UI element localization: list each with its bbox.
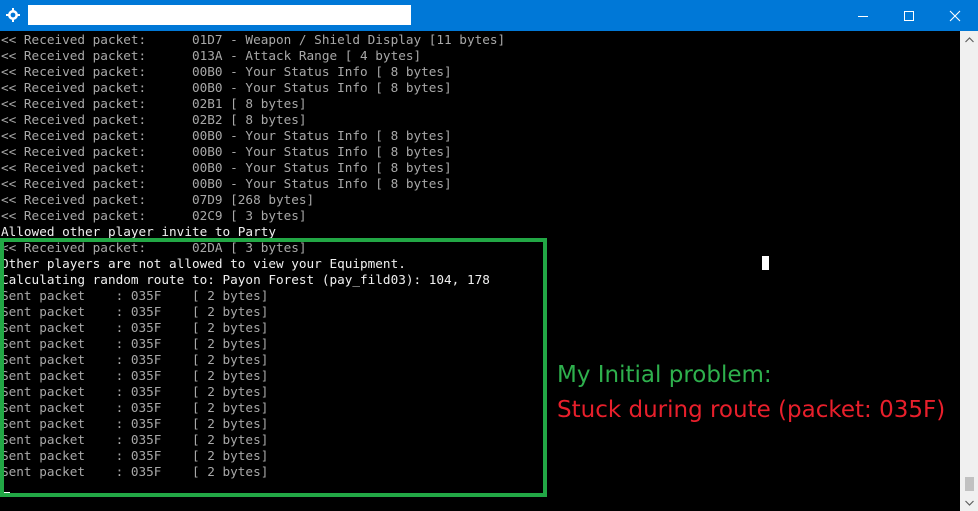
console-line: << Received packet: 01D7 - Weapon / Shie… [1, 32, 506, 47]
annotation-title: My Initial problem: [557, 362, 772, 388]
console-line: << Received packet: 02C9 [ 3 bytes] [1, 208, 307, 223]
close-icon [949, 10, 961, 21]
vertical-scrollbar[interactable] [960, 31, 978, 511]
minimize-icon [858, 15, 868, 17]
console-line: << Received packet: 00B0 - Your Status I… [1, 128, 452, 143]
scroll-up-button[interactable] [960, 31, 978, 48]
scroll-down-button[interactable] [960, 494, 978, 511]
minimize-button[interactable] [840, 0, 886, 31]
window-title-field[interactable] [28, 5, 411, 25]
app-gear-icon [6, 8, 20, 22]
highlight-box [0, 238, 547, 497]
console-line: << Received packet: 00B0 - Your Status I… [1, 160, 452, 175]
console-line: << Received packet: 07D9 [268 bytes] [1, 192, 315, 207]
title-bar [0, 0, 978, 31]
chevron-up-icon [964, 36, 974, 42]
console-line: << Received packet: 02B1 [ 8 bytes] [1, 96, 307, 111]
text-cursor [762, 256, 769, 270]
maximize-icon [904, 10, 914, 21]
console-line: << Received packet: 013A - Attack Range … [1, 48, 422, 63]
console-line: << Received packet: 00B0 - Your Status I… [1, 144, 452, 159]
maximize-button[interactable] [886, 0, 932, 31]
console-line: << Received packet: 00B0 - Your Status I… [1, 80, 452, 95]
console-output[interactable]: << Received packet: 01D7 - Weapon / Shie… [0, 31, 960, 511]
close-button[interactable] [932, 0, 978, 31]
console-line: << Received packet: 02B2 [ 8 bytes] [1, 112, 307, 127]
annotation-problem: Stuck during route (packet: 035F) [557, 397, 946, 423]
chevron-down-icon [964, 500, 974, 506]
console-line: << Received packet: 00B0 - Your Status I… [1, 176, 452, 191]
console-line: << Received packet: 00B0 - Your Status I… [1, 64, 452, 79]
scroll-thumb[interactable] [965, 477, 974, 491]
